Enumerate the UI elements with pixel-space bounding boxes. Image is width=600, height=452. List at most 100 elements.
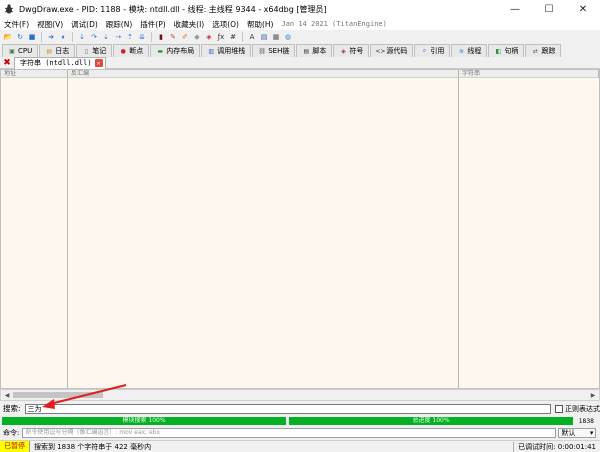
close-window-button[interactable]: ✕ <box>566 0 600 18</box>
column-header-address[interactable]: 地址 <box>1 70 68 78</box>
menu-options[interactable]: 选项(O) <box>208 19 243 30</box>
column-header-string[interactable]: 字符串 <box>459 70 599 78</box>
scroll-left-icon[interactable]: ◀ <box>2 390 12 400</box>
menu-view[interactable]: 视图(V) <box>33 19 67 30</box>
search-label: 搜索: <box>3 404 21 413</box>
command-mode-select[interactable]: 默认 ▾ <box>558 428 597 438</box>
tab-label: 线程 <box>467 47 482 55</box>
pause-icon[interactable]: ⏸ <box>58 32 68 42</box>
hash-icon[interactable]: # <box>228 32 238 42</box>
patch-icon[interactable]: ✎ <box>168 32 178 42</box>
trace-over-icon[interactable]: ⇢ <box>113 32 123 42</box>
horizontal-scrollbar[interactable]: ◀ ▶ <box>0 389 600 401</box>
tab-threads[interactable]: ≋ 线程 <box>451 44 488 57</box>
bookmark-icon[interactable]: ◈ <box>204 32 214 42</box>
globe-icon[interactable]: ◍ <box>283 32 293 42</box>
handles-icon: ◧ <box>495 47 502 55</box>
tab-trace[interactable]: ⇄ 跟踪 <box>525 44 562 57</box>
toolbar: 📂 ↻ ■ ➜ ⏸ ↓ ↷ ⇣ ⇢ ⇡ ⇊ ▮ ✎ ✐ ◆ ◈ ƒx # A ▤ ▦ ◍ <box>0 30 600 44</box>
tab-source[interactable]: <> 源代码 <box>370 44 414 57</box>
call-stack-icon: ▥ <box>208 47 215 55</box>
close-tab-icon[interactable]: ✕ <box>94 59 103 67</box>
trace-into-icon[interactable]: ⇣ <box>101 32 111 42</box>
calculator-icon[interactable]: ▦ <box>271 32 281 42</box>
menu-plugins[interactable]: 插件(P) <box>136 19 169 30</box>
references-tab-bar: ✖ 字符串 (ntdll.dll) ✕ <box>0 56 600 69</box>
search-bar: 搜索: 三为 正则表达式 <box>0 402 600 415</box>
tab-log[interactable]: ▤ 日志 <box>39 44 76 57</box>
tab-references[interactable]: ⌕ 引用 <box>414 44 451 57</box>
toolbar-separator <box>151 32 152 42</box>
tab-breakpoints[interactable]: ● 断点 <box>113 44 150 57</box>
close-debuggee-icon[interactable]: ■ <box>27 32 37 42</box>
minimize-button[interactable]: — <box>498 0 532 18</box>
close-all-tabs-icon[interactable]: ✖ <box>0 57 14 69</box>
tab-label: 笔记 <box>92 47 107 55</box>
total-progress-bar: 总进度 100% <box>289 417 573 425</box>
tab-label: 跟踪 <box>541 47 556 55</box>
progress-area: 模块搜索 100% 总进度 100% 1838 <box>0 416 600 426</box>
seh-icon: ⛓ <box>258 47 267 55</box>
tab-label: 内存布局 <box>166 47 195 55</box>
execute-till-return-icon[interactable]: ⇡ <box>125 32 135 42</box>
menu-bar: 文件(F) 视图(V) 调试(D) 跟踪(N) 插件(P) 收藏夹(I) 选项(… <box>0 18 600 30</box>
notes-icon: ▯ <box>84 47 88 55</box>
chevron-down-icon: ▾ <box>589 429 594 437</box>
tab-script[interactable]: ▤ 脚本 <box>296 44 333 57</box>
tab-label: 源代码 <box>386 47 408 55</box>
memory-map-icon: ▬ <box>157 47 164 55</box>
maximize-button[interactable]: ☐ <box>532 0 566 18</box>
font-icon[interactable]: A <box>247 32 257 42</box>
script-icon[interactable]: ▤ <box>259 32 269 42</box>
menu-trace[interactable]: 跟踪(N) <box>102 19 136 30</box>
scroll-thumb[interactable] <box>13 392 103 398</box>
command-bar: 命令: 命令使用逗号分隔（像汇编语言）: mov eax, ebx 默认 ▾ <box>0 427 600 439</box>
tab-label: SEH链 <box>268 47 290 55</box>
column-header-disassembly[interactable]: 反汇编 <box>68 70 459 78</box>
label-icon[interactable]: ◆ <box>192 32 202 42</box>
tab-label: 脚本 <box>312 47 327 55</box>
tab-handles[interactable]: ◧ 句柄 <box>488 44 525 57</box>
run-icon[interactable]: ➜ <box>46 32 56 42</box>
regex-checkbox[interactable] <box>555 404 563 413</box>
tab-cpu[interactable]: ▣ CPU <box>2 44 39 57</box>
subtab-label: 字符串 (ntdll.dll) <box>20 59 92 67</box>
step-into-icon[interactable]: ↓ <box>77 32 87 42</box>
strings-table[interactable]: 地址 反汇编 字符串 <box>0 69 600 389</box>
tab-call-stack[interactable]: ▥ 调用堆栈 <box>201 44 252 57</box>
regex-label: 正则表达式 <box>565 404 600 413</box>
tab-memory-map[interactable]: ▬ 内存布局 <box>150 44 201 57</box>
command-label: 命令: <box>3 429 20 437</box>
menu-file[interactable]: 文件(F) <box>0 19 33 30</box>
toolbar-separator <box>72 32 73 42</box>
comment-icon[interactable]: ✐ <box>180 32 190 42</box>
references-icon: ⌕ <box>422 47 427 54</box>
step-over-icon[interactable]: ↷ <box>89 32 99 42</box>
menu-debug[interactable]: 调试(D) <box>67 19 102 30</box>
command-input[interactable]: 命令使用逗号分隔（像汇编语言）: mov eax, ebx <box>22 428 557 438</box>
menu-help[interactable]: 帮助(H) <box>243 19 278 30</box>
tab-seh[interactable]: ⛓ SEH链 <box>252 44 296 57</box>
result-count: 1838 <box>578 417 594 425</box>
tab-label: 调用堆栈 <box>217 47 246 55</box>
menu-favourites[interactable]: 收藏夹(I) <box>170 19 209 30</box>
run-to-user-code-icon[interactable]: ⇊ <box>137 32 147 42</box>
function-icon[interactable]: ƒx <box>216 32 226 42</box>
threads-icon: ≋ <box>458 47 464 55</box>
tab-label: 符号 <box>349 47 364 55</box>
restart-icon[interactable]: ↻ <box>15 32 25 42</box>
main-tab-bar: ▣ CPU ▤ 日志 ▯ 笔记 ● 断点 ▬ 内存布局 ▥ 调用堆栈 ⛓ SEH链 ▤ 脚本 ◈ 符号 <> 源代码 ⌕… <box>0 44 600 57</box>
open-icon[interactable]: 📂 <box>3 32 13 42</box>
tab-symbols[interactable]: ◈ 符号 <box>333 44 370 57</box>
status-bar: 已暂停 搜索到 1838 个字符串于 422 毫秒内 已调试时间: 0:00:0… <box>0 440 600 452</box>
module-progress-bar: 模块搜索 100% <box>2 417 286 425</box>
scylla-icon[interactable]: ▮ <box>156 32 166 42</box>
tab-strings-ntdll[interactable]: 字符串 (ntdll.dll) ✕ <box>14 56 106 69</box>
build-date: Jan 14 2021 (TitanEngine) <box>281 20 387 28</box>
toolbar-separator <box>41 32 42 42</box>
scroll-right-icon[interactable]: ▶ <box>588 390 598 400</box>
symbols-icon: ◈ <box>341 47 346 55</box>
search-input[interactable]: 三为 <box>24 403 552 414</box>
tab-notes[interactable]: ▯ 笔记 <box>76 44 113 57</box>
column-divider <box>458 78 459 388</box>
